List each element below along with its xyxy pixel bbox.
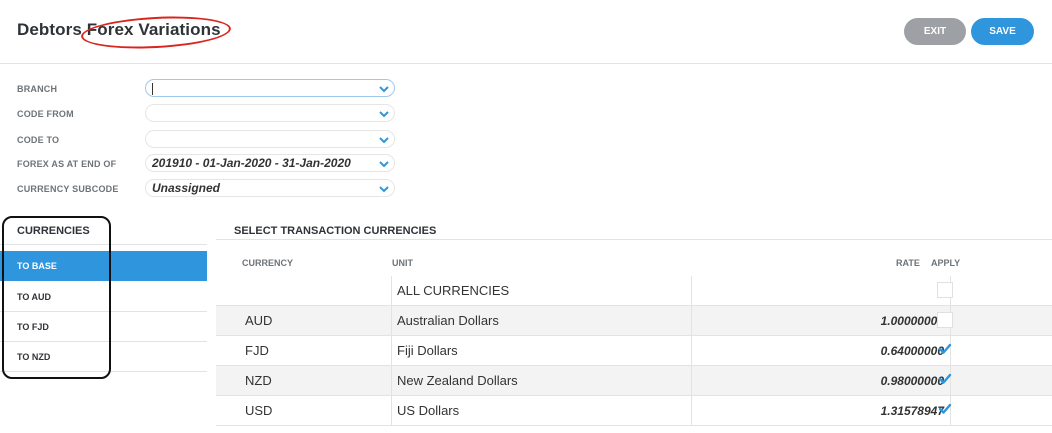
chevron-down-icon	[379, 111, 389, 118]
table-row: USD US Dollars 1.31578947	[216, 396, 1052, 426]
apply-checkbox[interactable]	[937, 312, 953, 328]
check-icon	[938, 373, 952, 384]
currency-code: USD	[245, 403, 273, 418]
forex-as-at-select[interactable]: 201910 - 01-Jan-2020 - 31-Jan-2020	[145, 154, 395, 172]
chevron-down-icon	[379, 86, 389, 93]
page-header: Debtors Forex Variations EXIT SAVE	[0, 0, 1052, 64]
forex-as-at-value: 201910 - 01-Jan-2020 - 31-Jan-2020	[152, 156, 351, 170]
column-header-currency: CURRENCY	[242, 258, 294, 268]
column-header-apply: APPLY	[931, 258, 961, 268]
table-row: FJD Fiji Dollars 0.64000000	[216, 336, 1052, 366]
exit-button[interactable]: EXIT	[904, 18, 966, 45]
code-from-select[interactable]	[145, 104, 395, 122]
save-button[interactable]: SAVE	[971, 18, 1034, 45]
table-row: AUD Australian Dollars 1.00000000	[216, 306, 1052, 336]
chevron-down-icon	[379, 137, 389, 144]
title-highlight-annotation	[80, 13, 232, 52]
apply-checkbox[interactable]	[937, 372, 953, 388]
apply-checkbox[interactable]	[937, 282, 953, 298]
currency-code: FJD	[245, 343, 269, 358]
divider	[216, 239, 1052, 240]
column-header-rate: RATE	[896, 258, 920, 268]
currency-unit: ALL CURRENCIES	[391, 276, 691, 306]
rate-cell: 0.64000000	[691, 336, 951, 366]
forex-as-at-label: FOREX AS AT END OF	[17, 159, 117, 169]
currency-rate: 0.64000000	[880, 344, 944, 358]
code-from-label: CODE FROM	[17, 109, 74, 119]
currency-subcode-value: Unassigned	[152, 181, 221, 195]
currency-unit: US Dollars	[391, 396, 691, 426]
table-row: NZD New Zealand Dollars 0.98000000	[216, 366, 1052, 396]
rate-cell: 1.31578947	[691, 396, 951, 426]
apply-checkbox[interactable]	[937, 342, 953, 358]
text-caret	[152, 83, 153, 95]
code-to-label: CODE TO	[17, 135, 60, 145]
currency-subcode-label: CURRENCY SUBCODE	[17, 184, 119, 194]
currency-rate: 0.98000000	[880, 374, 944, 388]
currency-subcode-select[interactable]: Unassigned	[145, 179, 395, 197]
rate-cell	[691, 276, 951, 306]
check-icon	[938, 403, 952, 414]
currency-unit: Australian Dollars	[391, 306, 691, 336]
rate-cell: 1.00000000	[691, 306, 951, 336]
chevron-down-icon	[379, 186, 389, 193]
currency-unit: New Zealand Dollars	[391, 366, 691, 396]
rate-cell: 0.98000000	[691, 366, 951, 396]
currencies-highlight-annotation	[2, 216, 111, 379]
currency-rate: 1.31578947	[880, 404, 944, 418]
currency-unit: Fiji Dollars	[391, 336, 691, 366]
branch-select[interactable]	[145, 79, 395, 97]
branch-label: BRANCH	[17, 84, 58, 94]
table-row: ALL CURRENCIES	[216, 276, 1052, 306]
currency-code: AUD	[245, 313, 273, 328]
currency-code: NZD	[245, 373, 272, 388]
apply-checkbox[interactable]	[937, 402, 953, 418]
transactions-title: SELECT TRANSACTION CURRENCIES	[234, 225, 437, 237]
check-icon	[938, 343, 952, 354]
currency-rate: 1.00000000	[880, 314, 944, 328]
column-header-unit: UNIT	[392, 258, 413, 268]
code-to-select[interactable]	[145, 130, 395, 148]
chevron-down-icon	[379, 161, 389, 168]
